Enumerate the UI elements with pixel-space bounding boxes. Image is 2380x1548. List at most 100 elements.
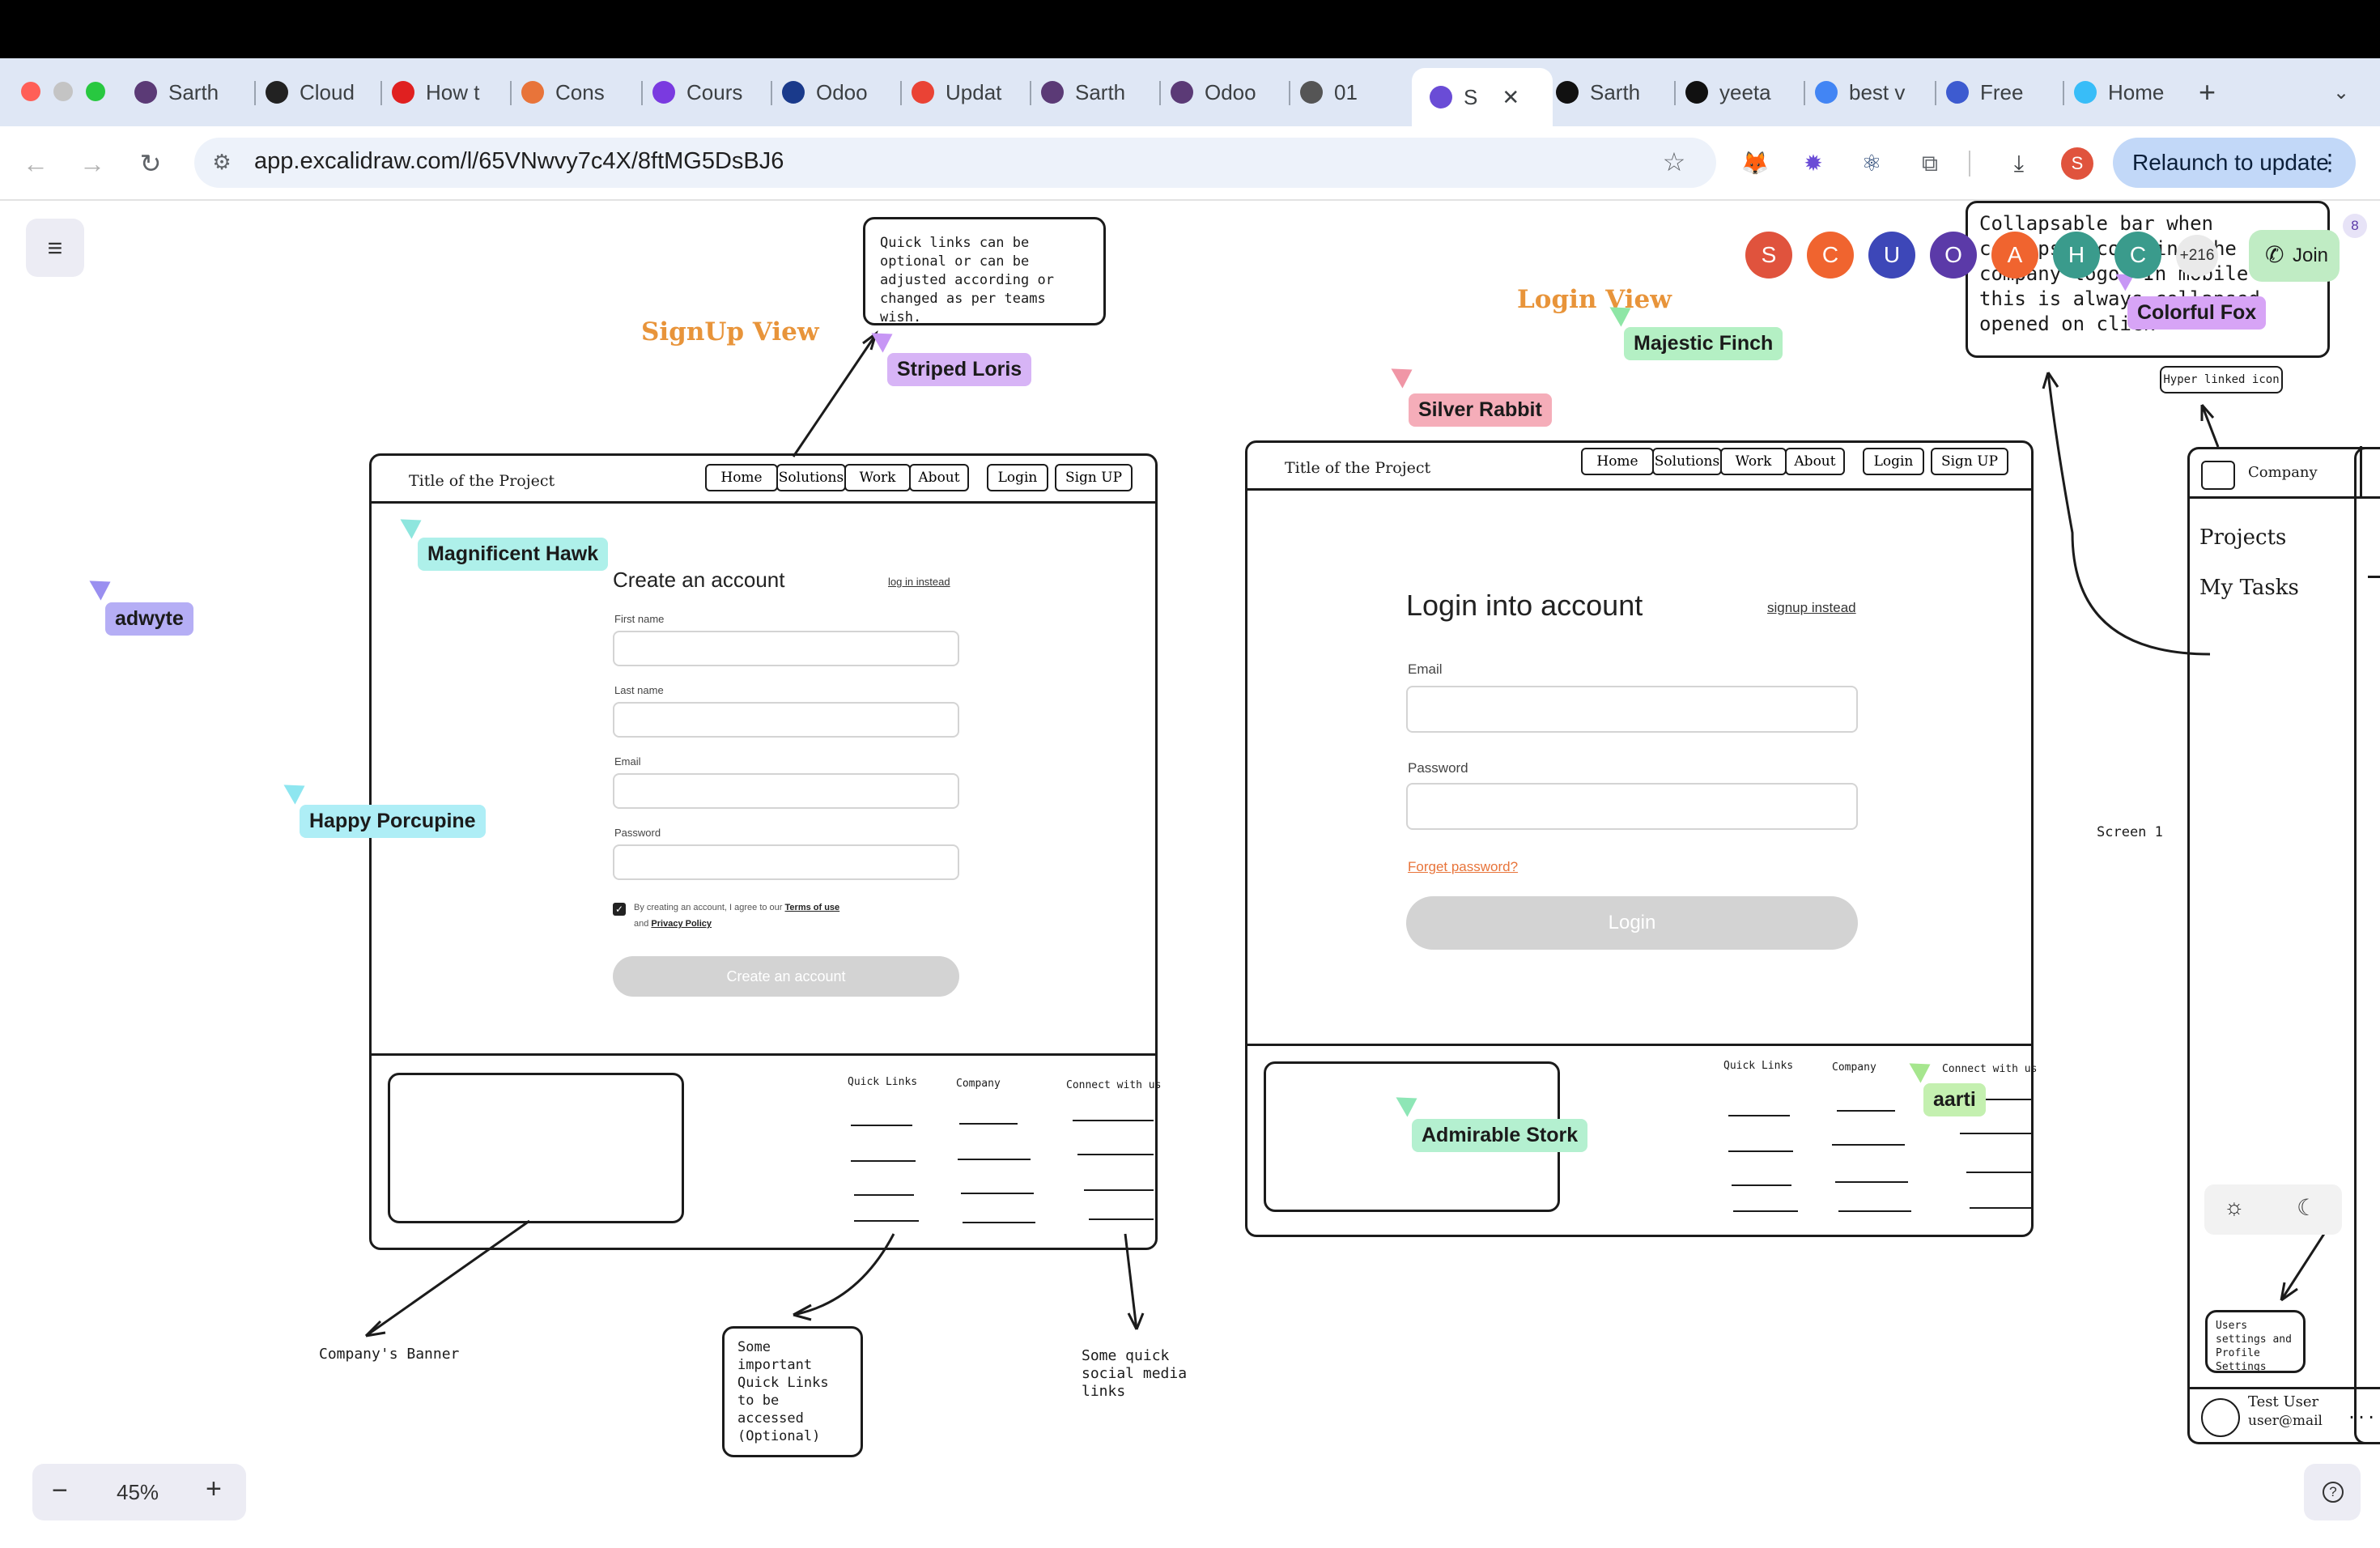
extensions-puzzle-icon[interactable]: ⧉ xyxy=(1914,147,1946,180)
tab-search-icon[interactable]: ⌄ xyxy=(2333,68,2349,117)
terms-link[interactable]: Terms of use xyxy=(785,903,840,912)
login-wireframe[interactable]: Title of the Project Home Solutions Work… xyxy=(1245,440,2037,1237)
profile-avatar[interactable]: S xyxy=(2061,147,2093,180)
signup-project-title: Title of the Project xyxy=(409,472,555,490)
browser-tab[interactable]: Cloud xyxy=(266,68,379,117)
back-icon[interactable]: ← xyxy=(18,146,53,181)
user-settings-note[interactable]: Users settings and Profile Settings xyxy=(2205,1310,2306,1373)
react-devtools-icon[interactable]: ⚛ xyxy=(1855,147,1888,180)
quick-links-optional-note[interactable]: Quick links can be optional or can be ad… xyxy=(863,217,1106,325)
close-tab-icon[interactable]: ✕ xyxy=(1502,85,1519,110)
hyper-linked-icon-note[interactable]: Hyper linked icon xyxy=(2160,366,2283,393)
browser-tab[interactable]: Free xyxy=(1946,68,2059,117)
login-nav-login[interactable]: Login xyxy=(1863,448,1924,475)
login-email-field[interactable] xyxy=(1406,686,1858,733)
browser-tab[interactable]: Sarth xyxy=(134,68,248,117)
browser-tab[interactable]: How t xyxy=(392,68,505,117)
company-banner-note[interactable]: Company's Banner xyxy=(319,1346,459,1363)
browser-tab[interactable]: Odoo xyxy=(1171,68,1284,117)
close-window-button[interactable] xyxy=(21,82,40,101)
footer-line xyxy=(1970,1207,2031,1209)
sidebar-my-tasks[interactable]: My Tasks xyxy=(2199,576,2299,600)
menu-hamburger-icon[interactable]: ≡ xyxy=(26,219,84,277)
terms-checkbox[interactable]: ✓ xyxy=(613,903,626,916)
browser-tab[interactable]: Sarth xyxy=(1556,68,1669,117)
zoom-in-button[interactable]: + xyxy=(206,1474,222,1505)
screen-1-label[interactable]: Screen 1 xyxy=(2097,824,2163,840)
login-password-field[interactable] xyxy=(1406,783,1858,830)
login-instead-link[interactable]: log in instead xyxy=(888,576,950,588)
last-name-label: Last name xyxy=(614,684,664,696)
browser-tab[interactable]: Updat xyxy=(912,68,1025,117)
collaborator-avatar[interactable]: A xyxy=(1991,232,2038,279)
moon-icon[interactable]: ☾ xyxy=(2297,1194,2317,1221)
collaborator-avatar[interactable]: O xyxy=(1930,232,1977,279)
cursor-majestic-finch: Majestic Finch xyxy=(1624,327,1783,360)
metamask-icon[interactable]: 🦊 xyxy=(1739,147,1771,180)
collaborator-avatar[interactable]: C xyxy=(1807,232,1854,279)
extension-gear-icon[interactable]: ✹ xyxy=(1797,147,1830,180)
last-name-field[interactable] xyxy=(613,702,959,738)
browser-tab[interactable]: Cons xyxy=(521,68,635,117)
bookmark-star-icon[interactable]: ☆ xyxy=(1656,144,1692,180)
login-nav-signup[interactable]: Sign UP xyxy=(1931,448,2008,475)
site-info-icon[interactable]: ⚙ xyxy=(204,144,240,180)
minimize-window-button[interactable] xyxy=(53,82,73,101)
signup-wireframe[interactable]: Title of the Project Home Solutions Work… xyxy=(369,453,1161,1250)
user-avatar[interactable] xyxy=(2201,1398,2240,1437)
signup-instead-link[interactable]: signup instead xyxy=(1767,600,1856,616)
browser-tab[interactable]: yeeta xyxy=(1685,68,1799,117)
social-links-note[interactable]: Some quick social media links xyxy=(1082,1347,1219,1401)
company-logo-icon[interactable] xyxy=(2201,461,2235,490)
forward-icon[interactable]: → xyxy=(74,146,110,181)
zoom-out-button[interactable]: − xyxy=(52,1475,68,1507)
login-nav-about[interactable]: About xyxy=(1785,448,1845,475)
signup-nav-solutions[interactable]: Solutions xyxy=(776,464,846,491)
collaborator-avatar[interactable]: U xyxy=(1868,232,1915,279)
browser-tab[interactable]: 01 xyxy=(1300,68,1413,117)
login-nav-solutions[interactable]: Solutions xyxy=(1652,448,1722,475)
login-button[interactable]: Login xyxy=(1406,896,1858,950)
signup-nav-about[interactable]: About xyxy=(909,464,969,491)
sidebar-projects[interactable]: Projects xyxy=(2199,525,2286,550)
join-call-button[interactable]: ✆ Join xyxy=(2249,230,2340,282)
collaborator-avatar[interactable]: C xyxy=(2114,232,2161,279)
browser-tab[interactable]: Odoo xyxy=(782,68,895,117)
password-field[interactable] xyxy=(613,844,959,880)
browser-tab[interactable]: best v xyxy=(1815,68,1928,117)
new-tab-button[interactable]: + xyxy=(2199,68,2216,117)
relaunch-button[interactable]: Relaunch to update ⋮ xyxy=(2113,138,2356,188)
collaborator-count[interactable]: +216 xyxy=(2176,235,2218,277)
collaborator-avatar[interactable]: S xyxy=(1745,232,1792,279)
excalidraw-canvas[interactable]: ≡ SignUp View Title of the Project Home … xyxy=(0,201,2380,1548)
help-button[interactable]: ? xyxy=(2304,1464,2361,1520)
theme-toggle[interactable]: ☼ ☾ xyxy=(2204,1184,2342,1235)
first-name-field[interactable] xyxy=(613,631,959,666)
email-field[interactable] xyxy=(613,773,959,809)
excalidraw-icon xyxy=(1430,86,1452,108)
reload-icon[interactable]: ↻ xyxy=(133,146,168,181)
maximize-window-button[interactable] xyxy=(86,82,105,101)
forgot-password-link[interactable]: Forget password? xyxy=(1408,859,1518,875)
signup-nav-login[interactable]: Login xyxy=(987,464,1048,491)
browser-tab[interactable]: Home xyxy=(2074,68,2187,117)
sun-icon[interactable]: ☼ xyxy=(2224,1194,2245,1220)
important-quick-links-note[interactable]: Some important Quick Links to be accesse… xyxy=(722,1326,863,1457)
collaborator-avatar[interactable]: H xyxy=(2053,232,2100,279)
browser-tab[interactable]: Sarth xyxy=(1041,68,1154,117)
browser-tab[interactable]: Cours xyxy=(652,68,766,117)
signup-nav-home[interactable]: Home xyxy=(705,464,778,491)
privacy-link[interactable]: Privacy Policy xyxy=(651,919,712,929)
signup-nav-work[interactable]: Work xyxy=(844,464,911,491)
browser-tab-label: Free xyxy=(1980,79,2024,104)
browser-tab[interactable]: S ✕ xyxy=(1412,68,1553,126)
signup-nav-signup[interactable]: Sign UP xyxy=(1055,464,1133,491)
more-vert-icon: ⋮ xyxy=(2318,150,2341,175)
zoom-level[interactable]: 45% xyxy=(117,1480,159,1505)
login-nav-home[interactable]: Home xyxy=(1581,448,1654,475)
download-icon[interactable]: ⤓ xyxy=(2003,147,2035,180)
dashboard-wireframe[interactable]: Company Projects My Tasks ☼ ☾ Test User … xyxy=(2187,446,2380,1444)
create-account-button[interactable]: Create an account xyxy=(613,956,959,997)
url-text[interactable]: app.excalidraw.com/l/65VNwvy7c4X/8ftMG5D… xyxy=(254,148,784,175)
login-nav-work[interactable]: Work xyxy=(1720,448,1787,475)
